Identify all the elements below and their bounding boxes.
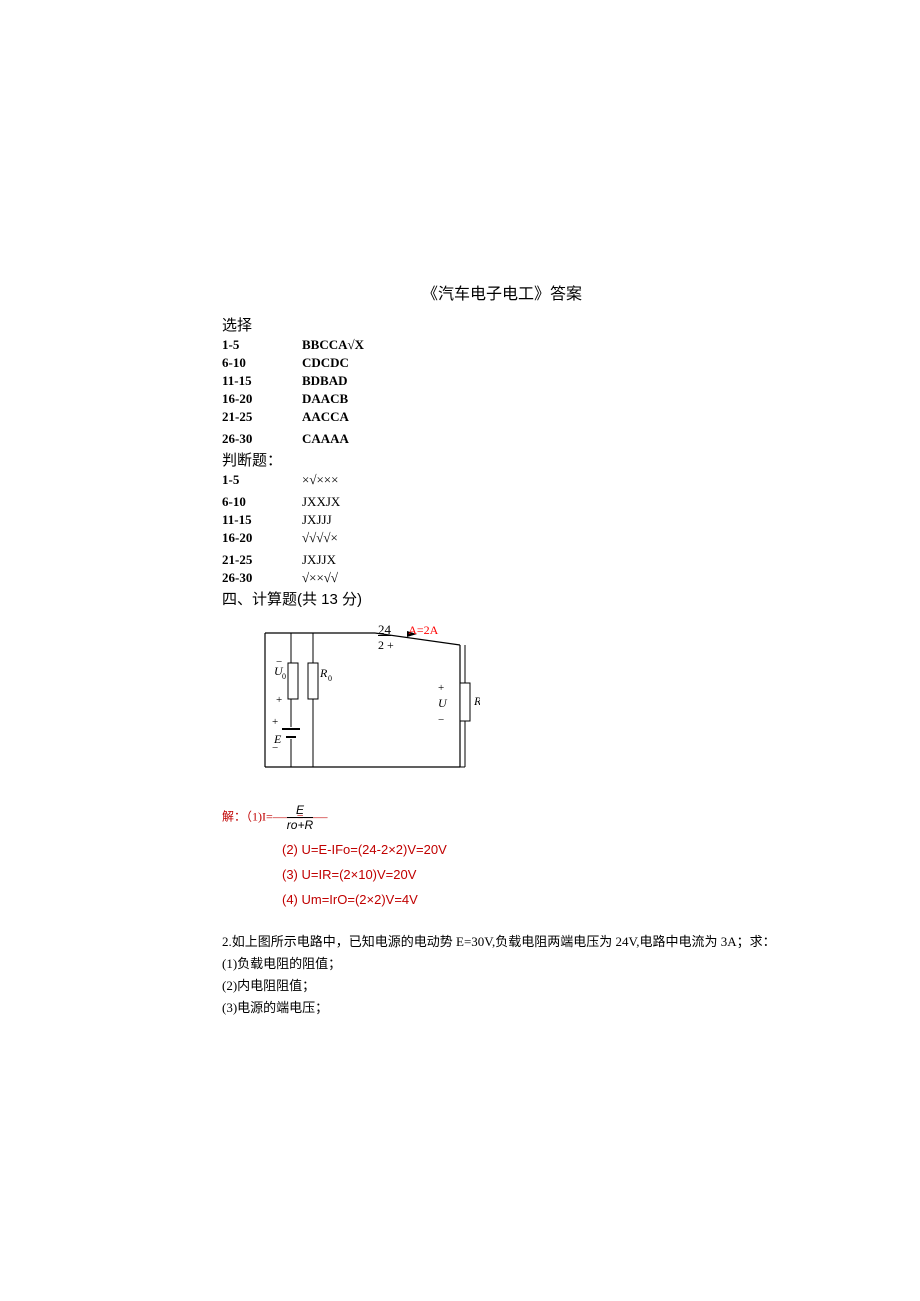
range-label: 6-10	[222, 355, 302, 371]
sol-e: E	[287, 803, 313, 818]
solution-line-3: (3) U=IR=(2×10)V=20V	[282, 867, 782, 882]
range-label: 21-25	[222, 552, 302, 568]
answer-text: JXJJJ	[302, 512, 332, 528]
svg-text:−: −	[438, 714, 444, 726]
answer-text: AACCA	[302, 409, 349, 425]
judge-row: 26-30 √××√√	[222, 570, 782, 586]
range-label: 11-15	[222, 512, 302, 528]
answer-text: JXJJX	[302, 552, 336, 568]
answer-text: √√√√×	[302, 530, 338, 546]
range-label: 11-15	[222, 373, 302, 389]
choice-row: 26-30 CAAAA	[222, 431, 782, 447]
answer-text: √××√√	[302, 570, 338, 586]
answer-text: CAAAA	[302, 431, 349, 447]
answer-text: DAACB	[302, 391, 348, 407]
svg-text:−: −	[276, 656, 282, 668]
sol-denom: ro+R	[287, 818, 313, 832]
judge-section-label: 判断题：	[222, 449, 782, 470]
diagram-top-24: 24	[378, 622, 391, 638]
range-label: 16-20	[222, 530, 302, 546]
answer-text: ×√×××	[302, 472, 338, 488]
range-label: 1-5	[222, 472, 302, 488]
judge-row: 21-25 JXJJX	[222, 552, 782, 568]
q2-part2: (2)内电阻阻值；	[222, 975, 782, 997]
solution-line-4: (4) Um=IrO=(2×2)V=4V	[282, 892, 782, 907]
solution-line-2: (2) U=E-IFo=(24-2×2)V=20V	[282, 842, 782, 857]
svg-text:R: R	[473, 694, 480, 708]
calc-section-title: 四、计算题(共 13 分)	[222, 588, 782, 609]
range-label: 6-10	[222, 494, 302, 510]
choice-row: 21-25 AACCA	[222, 409, 782, 425]
q2-part3: (3)电源的端电压；	[222, 997, 782, 1019]
range-label: 26-30	[222, 570, 302, 586]
diagram-a2a: A=2A	[408, 623, 438, 637]
question-2: 2.如上图所示电路中，已知电源的电动势 E=30V,负载电阻两端电压为 24V,…	[222, 931, 782, 1019]
svg-text:R: R	[319, 666, 328, 680]
answer-text: BDBAD	[302, 373, 348, 389]
judge-row: 16-20 √√√√×	[222, 530, 782, 546]
choice-section-label: 选择	[222, 314, 782, 335]
judge-row: 1-5 ×√×××	[222, 472, 782, 488]
answer-text: BBCCA√X	[302, 337, 364, 353]
svg-text:0: 0	[328, 674, 332, 683]
svg-text:U: U	[438, 696, 448, 710]
range-label: 26-30	[222, 431, 302, 447]
answer-text: CDCDC	[302, 355, 349, 371]
svg-text:−: −	[272, 742, 278, 754]
range-label: 16-20	[222, 391, 302, 407]
choice-row: 11-15 BDBAD	[222, 373, 782, 389]
svg-text:+: +	[276, 694, 282, 706]
svg-text:+: +	[272, 716, 278, 728]
svg-text:0: 0	[282, 672, 286, 681]
range-label: 21-25	[222, 409, 302, 425]
doc-title: 《汽车电子电工》答案	[222, 280, 782, 304]
choice-row: 16-20 DAACB	[222, 391, 782, 407]
judge-row: 6-10 JXXJX	[222, 494, 782, 510]
solution-line-1: 解：（1)I=——=—— E ro+R	[222, 803, 782, 832]
answer-text: JXXJX	[302, 494, 340, 510]
choice-row: 1-5 BBCCA√X	[222, 337, 782, 353]
choice-row: 6-10 CDCDC	[222, 355, 782, 371]
judge-row: 11-15 JXJJJ	[222, 512, 782, 528]
svg-text:+: +	[438, 682, 444, 694]
q2-stem: 2.如上图所示电路中，已知电源的电动势 E=30V,负载电阻两端电压为 24V,…	[222, 931, 782, 953]
range-label: 1-5	[222, 337, 302, 353]
diagram-top-den: 2 +	[378, 638, 458, 653]
circuit-diagram: U 0 − + R 0 + E − + U − R	[260, 625, 782, 811]
q2-part1: (1)负载电阻的阻值；	[222, 953, 782, 975]
